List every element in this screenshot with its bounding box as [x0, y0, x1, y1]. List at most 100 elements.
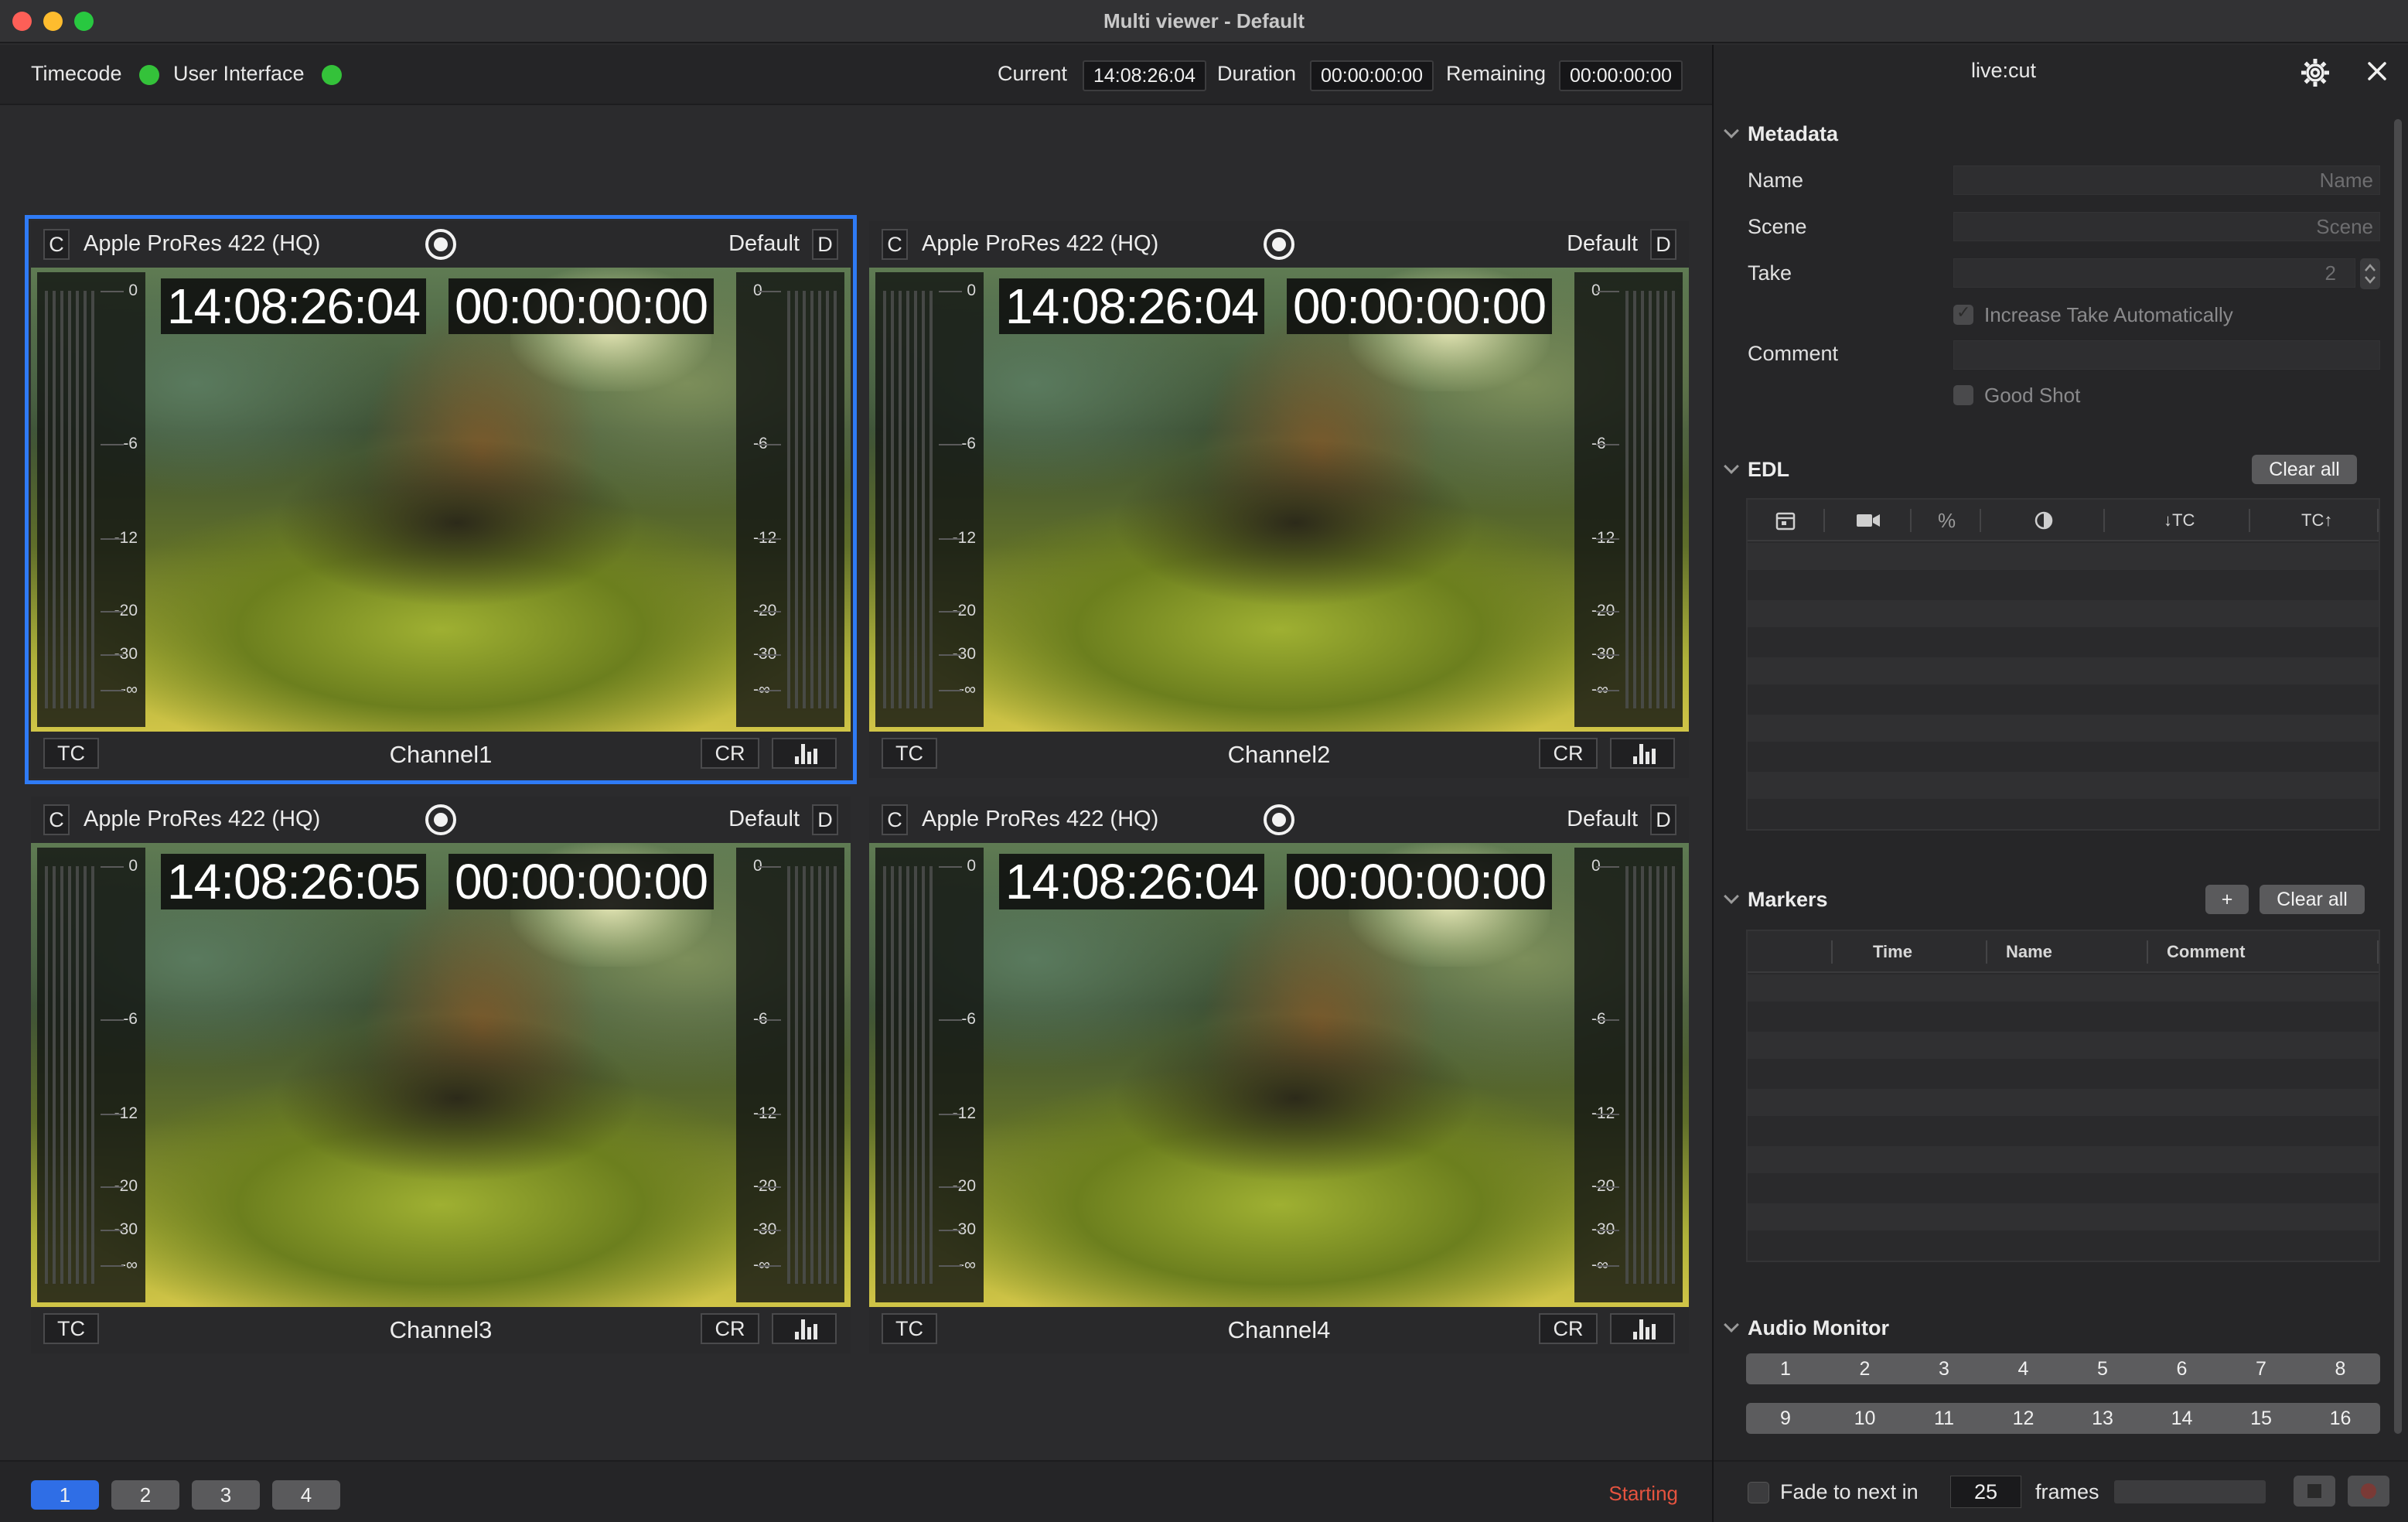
add-marker-button[interactable]: +	[2205, 885, 2249, 914]
tc-in-column-header[interactable]: ↓TC	[2164, 500, 2195, 541]
video-preview[interactable]: 0-6-12-20-30-∞0-6-12-20-30-∞14:08:26:050…	[31, 843, 851, 1307]
table-row[interactable]	[1748, 1032, 2379, 1059]
table-row[interactable]	[1748, 1203, 2379, 1230]
audio-channel-button[interactable]: 13	[2063, 1403, 2142, 1434]
record-button[interactable]	[2348, 1476, 2389, 1507]
audio-channel-button[interactable]: 12	[1984, 1403, 2063, 1434]
take-field[interactable]: 2	[1953, 258, 2355, 288]
comment-field[interactable]	[1953, 340, 2380, 370]
metadata-section-header[interactable]: Metadata	[1721, 122, 1838, 146]
stop-button[interactable]	[2294, 1476, 2335, 1507]
table-row[interactable]	[1748, 1118, 2379, 1145]
audio-channel-button[interactable]: 2	[1826, 1353, 1905, 1384]
table-row[interactable]	[1748, 1146, 2379, 1173]
video-preview[interactable]: 0-6-12-20-30-∞0-6-12-20-30-∞14:08:26:040…	[869, 268, 1689, 732]
cr-button[interactable]: CR	[1539, 738, 1598, 769]
record-icon[interactable]	[1264, 804, 1294, 835]
table-row[interactable]	[1748, 1060, 2379, 1087]
cr-button[interactable]: CR	[701, 1313, 759, 1344]
meter-tick	[101, 1230, 124, 1231]
levels-button[interactable]	[1610, 1313, 1675, 1344]
levels-button[interactable]	[1610, 738, 1675, 769]
table-row[interactable]	[1748, 686, 2379, 713]
audio-channel-button[interactable]: 15	[2222, 1403, 2301, 1434]
audio-channel-button[interactable]: 9	[1746, 1403, 1825, 1434]
audio-channel-button[interactable]: 5	[2063, 1353, 2142, 1384]
table-row[interactable]	[1748, 629, 2379, 656]
channel-footer: TC Channel2 CR	[869, 732, 1689, 778]
tc-out-column-header[interactable]: TC↑	[2301, 500, 2332, 541]
table-row[interactable]	[1748, 1089, 2379, 1116]
video-preview[interactable]: 0-6-12-20-30-∞0-6-12-20-30-∞14:08:26:040…	[869, 843, 1689, 1307]
audio-channel-button[interactable]: 4	[1984, 1353, 2063, 1384]
window-title: Multi viewer - Default	[1103, 9, 1305, 32]
duration-label: Duration	[1217, 62, 1297, 85]
audio-channel-button[interactable]: 8	[2301, 1353, 2380, 1384]
markers-table-header: Time Name Comment	[1748, 931, 2379, 973]
good-shot-checkbox[interactable]	[1953, 385, 1973, 405]
increase-take-checkbox[interactable]	[1953, 302, 1973, 325]
meter-tick	[939, 611, 962, 613]
page-button-2[interactable]: 2	[111, 1480, 179, 1510]
gear-icon[interactable]	[2300, 57, 2331, 88]
page-button-1[interactable]: 1	[31, 1480, 99, 1510]
edl-section-header[interactable]: EDL	[1721, 458, 1789, 482]
percent-column-header[interactable]: %	[1938, 500, 1956, 541]
scene-field[interactable]: Scene	[1953, 212, 2380, 241]
table-row[interactable]	[1748, 743, 2379, 770]
fade-checkbox[interactable]	[1748, 1482, 1769, 1503]
meter-tick	[101, 866, 124, 868]
table-row[interactable]	[1748, 1003, 2379, 1030]
page-button-3[interactable]: 3	[192, 1480, 260, 1510]
camera-icon[interactable]	[1856, 512, 1881, 529]
audio-channel-button[interactable]: 10	[1826, 1403, 1905, 1434]
audio-channel-button[interactable]: 7	[2222, 1353, 2301, 1384]
markers-clear-all-button[interactable]: Clear all	[2260, 885, 2365, 914]
c-toggle[interactable]: C	[882, 804, 908, 835]
audio-channel-button[interactable]: 16	[2301, 1403, 2380, 1434]
table-row[interactable]	[1748, 543, 2379, 570]
close-icon[interactable]	[2362, 56, 2393, 87]
cr-button[interactable]: CR	[1539, 1313, 1598, 1344]
table-row[interactable]	[1748, 572, 2379, 599]
audio-meter-left: 0 -6 -12 -20 -30 -∞	[875, 848, 984, 1302]
c-toggle[interactable]: C	[43, 804, 70, 835]
d-toggle[interactable]: D	[1650, 229, 1676, 260]
table-row[interactable]	[1748, 1232, 2379, 1259]
audio-monitor-section-header[interactable]: Audio Monitor	[1721, 1316, 1889, 1340]
preset-label: Default	[1567, 231, 1638, 256]
meter-tick	[758, 1114, 781, 1115]
take-stepper[interactable]	[2360, 258, 2380, 289]
panel-scrollbar[interactable]	[2394, 119, 2402, 1434]
table-row[interactable]	[1748, 800, 2379, 828]
table-row[interactable]	[1748, 657, 2379, 684]
record-icon[interactable]	[1264, 229, 1294, 260]
name-field[interactable]: Name	[1953, 166, 2380, 195]
record-icon[interactable]	[425, 804, 456, 835]
c-toggle[interactable]: C	[882, 229, 908, 260]
comment-column-header[interactable]: Comment	[2167, 931, 2245, 973]
fade-frames-input[interactable]: 25	[1950, 1476, 2021, 1508]
audio-channel-button[interactable]: 1	[1746, 1353, 1825, 1384]
d-toggle[interactable]: D	[1650, 804, 1676, 835]
table-row[interactable]	[1748, 715, 2379, 742]
edl-clear-all-button[interactable]: Clear all	[2252, 455, 2357, 484]
time-column-header[interactable]: Time	[1873, 931, 1912, 973]
name-column-header[interactable]: Name	[2006, 931, 2052, 973]
contrast-icon[interactable]	[2034, 510, 2054, 531]
table-row[interactable]	[1748, 772, 2379, 799]
audio-channel-button[interactable]: 11	[1905, 1403, 1983, 1434]
table-row[interactable]	[1748, 1175, 2379, 1202]
audio-channel-button[interactable]: 14	[2143, 1403, 2222, 1434]
levels-button[interactable]	[772, 1313, 837, 1344]
page-button-4[interactable]: 4	[272, 1480, 340, 1510]
bar-chart-icon	[795, 1319, 818, 1339]
table-row[interactable]	[1748, 974, 2379, 1002]
table-row[interactable]	[1748, 600, 2379, 627]
d-toggle[interactable]: D	[812, 804, 838, 835]
markers-section-header[interactable]: Markers	[1721, 888, 1828, 912]
audio-channel-button[interactable]: 6	[2143, 1353, 2222, 1384]
audio-channel-button[interactable]: 3	[1905, 1353, 1983, 1384]
timecode-status-indicator	[139, 65, 159, 85]
calendar-icon[interactable]	[1775, 510, 1796, 531]
